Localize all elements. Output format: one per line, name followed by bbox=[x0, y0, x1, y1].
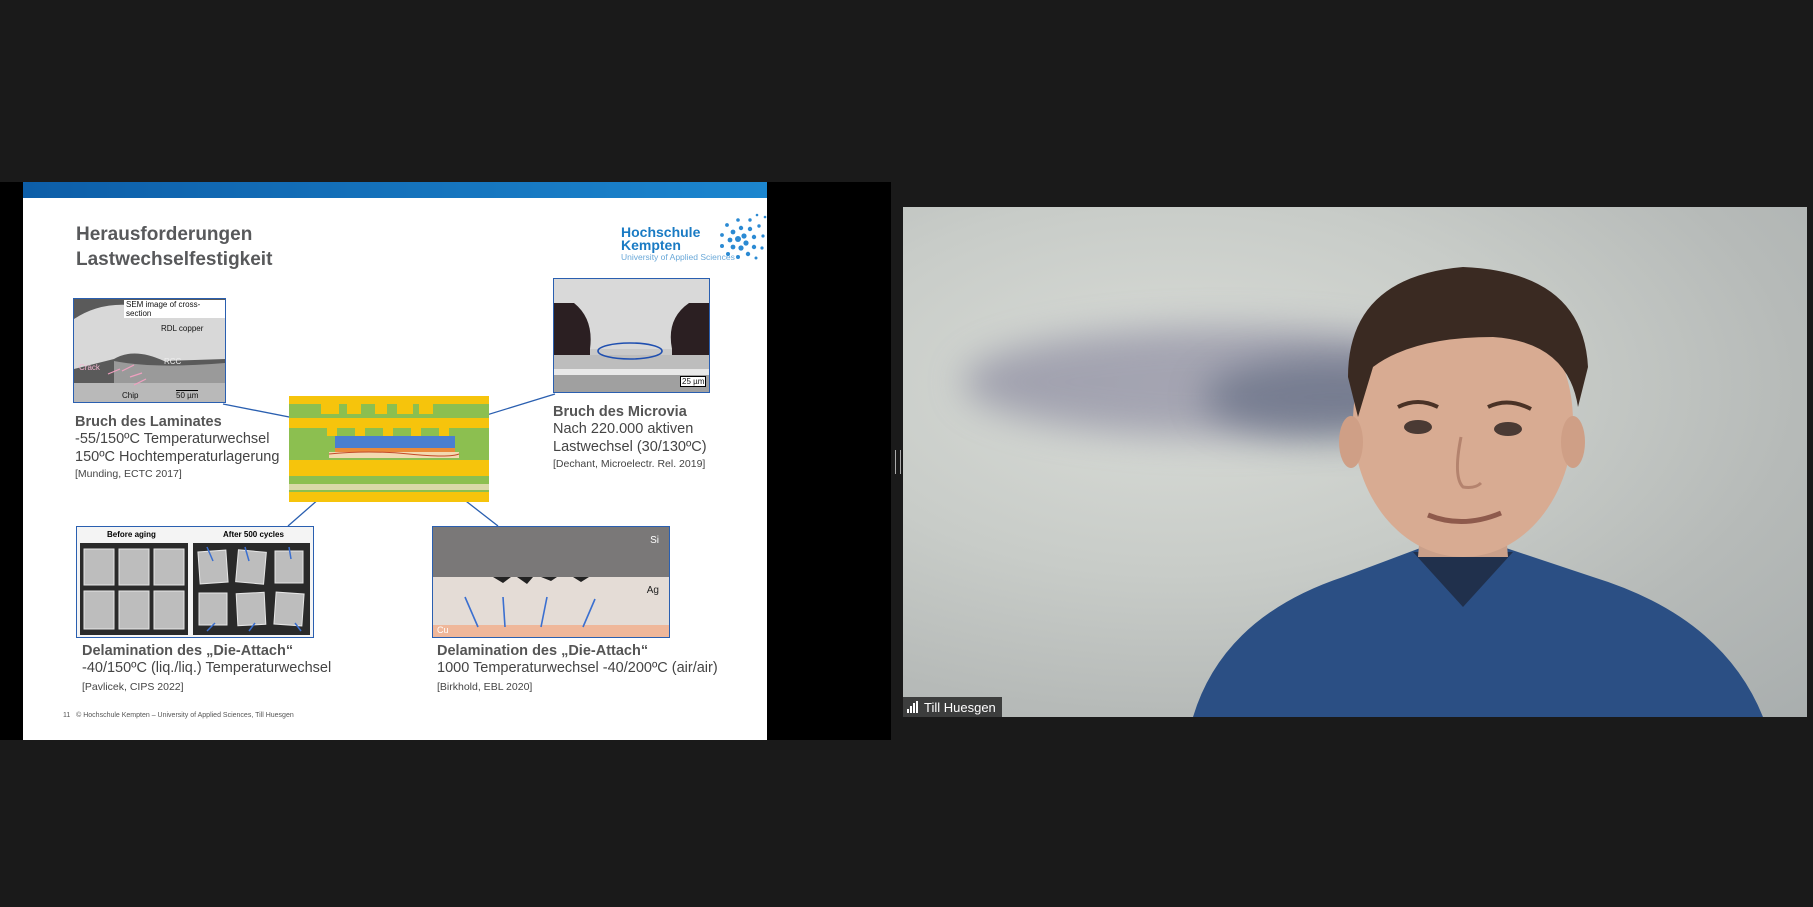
chip-label: Chip bbox=[122, 391, 139, 400]
participant-name: Till Huesgen bbox=[924, 699, 996, 715]
microvia-image: 25 µm bbox=[553, 278, 710, 393]
participant-name-tag: Till Huesgen bbox=[903, 697, 1002, 717]
panel-die-attach-1-text: Delamination des „Die-Attach“ -40/150ºC … bbox=[82, 643, 372, 693]
panel-laminate-reference: [Munding, ECTC 2017] bbox=[75, 468, 182, 480]
panel-die-attach-2-reference: [Birkhold, EBL 2020] bbox=[437, 681, 533, 693]
presentation-slide: Herausforderungen Lastwechselfestigkeit … bbox=[23, 182, 767, 740]
slide-page-number: 11 bbox=[63, 712, 71, 719]
pcb-cross-section-diagram bbox=[289, 396, 489, 502]
die-attach-sem-image: Si Ag Cu bbox=[432, 526, 670, 638]
panel-die-attach-2-text: Delamination des „Die-Attach“ 1000 Tempe… bbox=[437, 643, 757, 693]
panel-die-attach-1-reference: [Pavlicek, CIPS 2022] bbox=[82, 681, 184, 693]
cu-label: Cu bbox=[437, 625, 449, 635]
panel-die-attach-2-heading: Delamination des „Die-Attach“ bbox=[437, 643, 649, 659]
panel-microvia-line-1: Nach 220.000 aktiven bbox=[553, 421, 694, 437]
crack-label: Crack bbox=[79, 363, 100, 372]
view-splitter-handle[interactable] bbox=[895, 450, 901, 474]
panel-die-attach-1-line-1: -40/150ºC (liq./liq.) Temperaturwechsel bbox=[82, 660, 332, 676]
panel-microvia-line-2: Lastwechsel (30/130ºC) bbox=[553, 439, 707, 455]
panel-microvia-heading: Bruch des Microvia bbox=[553, 404, 687, 420]
panel-laminate-line-1: -55/150ºC Temperaturwechsel bbox=[75, 431, 270, 447]
si-label: Si bbox=[650, 535, 659, 546]
ag-label: Ag bbox=[646, 585, 659, 596]
panel-laminate-text: Bruch des Laminates -55/150ºC Temperatur… bbox=[75, 414, 295, 480]
die-attach-sem-drawing bbox=[433, 527, 669, 637]
slide-footer-text: © Hochschule Kempten – University of App… bbox=[76, 712, 294, 719]
connection-signal-icon bbox=[907, 701, 919, 713]
sem-caption-label: SEM image of cross-section bbox=[124, 300, 225, 318]
microvia-scale-label: 25 µm bbox=[680, 376, 707, 387]
panel-microvia-text: Bruch des Microvia Nach 220.000 aktiven … bbox=[553, 404, 753, 470]
panel-laminate-heading: Bruch des Laminates bbox=[75, 414, 222, 430]
participant-silhouette bbox=[1193, 267, 1763, 717]
panel-microvia-reference: [Dechant, Microelectr. Rel. 2019] bbox=[553, 458, 706, 470]
slide-footer: 11 © Hochschule Kempten – University of … bbox=[63, 712, 294, 719]
scale-bar-label: 50 µm bbox=[176, 390, 199, 400]
die-attach-aging-image: Before aging After 500 cycles bbox=[76, 526, 314, 638]
shared-screen: Herausforderungen Lastwechselfestigkeit … bbox=[0, 182, 891, 740]
rdl-copper-label: RDL copper bbox=[161, 324, 204, 333]
panel-die-attach-2-line-1: 1000 Temperaturwechsel -40/200ºC (air/ai… bbox=[437, 660, 718, 676]
participant-video-tile[interactable] bbox=[903, 207, 1807, 717]
panel-die-attach-1-heading: Delamination des „Die-Attach“ bbox=[82, 643, 294, 659]
rcc-label: RCC bbox=[164, 357, 182, 366]
sem-laminate-image: SEM image of cross-section RDL copper RC… bbox=[73, 298, 226, 403]
panel-laminate-line-2: 150ºC Hochtemperaturlagerung bbox=[75, 449, 280, 465]
die-attach-grid-drawing bbox=[80, 543, 310, 635]
